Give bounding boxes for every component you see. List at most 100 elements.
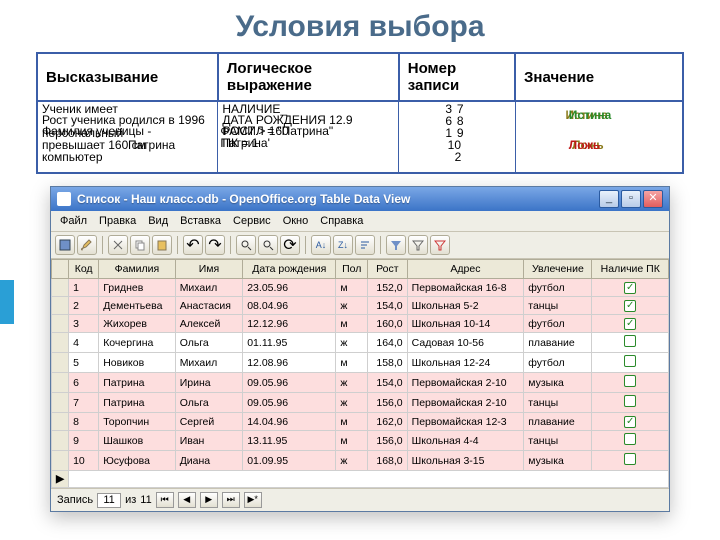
table-row[interactable]: 5НовиковМихаил12.08.96м158,0Школьная 12-… (52, 353, 669, 373)
cell-imya[interactable]: Иван (175, 431, 243, 451)
cell-kod[interactable]: 8 (69, 413, 99, 431)
cell-data[interactable]: 13.11.95 (243, 431, 336, 451)
col-uvlech[interactable]: Увлечение (524, 260, 592, 279)
maximize-button[interactable]: ▫ (621, 190, 641, 208)
cell-addr[interactable]: Первомайская 16-8 (407, 279, 524, 297)
table-row[interactable]: 1ГридневМихаил23.05.96м152,0Первомайская… (52, 279, 669, 297)
cell-pc[interactable] (592, 333, 669, 353)
cell-pc[interactable]: ✓ (592, 297, 669, 315)
cell-rost[interactable]: 162,0 (368, 413, 408, 431)
window-titlebar[interactable]: Список - Наш класс.odb - OpenOffice.org … (51, 187, 669, 211)
sort-asc-icon[interactable]: A↓ (311, 235, 331, 255)
nav-last-icon[interactable]: ⏭ (222, 492, 240, 508)
col-familia[interactable]: Фамилия (99, 260, 176, 279)
cell-kod[interactable]: 6 (69, 373, 99, 393)
checkbox-icon[interactable]: ✓ (624, 318, 636, 330)
cell-imya[interactable]: Ольга (175, 393, 243, 413)
checkbox-icon[interactable] (624, 395, 636, 407)
cell-rost[interactable]: 160,0 (368, 315, 408, 333)
col-addr[interactable]: Адрес (407, 260, 524, 279)
cell-pc[interactable] (592, 431, 669, 451)
cell-rost[interactable]: 156,0 (368, 431, 408, 451)
table-row[interactable]: 7ПатринаОльга09.05.96ж156,0Первомайская … (52, 393, 669, 413)
row-selector[interactable] (52, 353, 69, 373)
redo-icon[interactable]: ↷ (205, 235, 225, 255)
cell-imya[interactable]: Сергей (175, 413, 243, 431)
cell-imya[interactable]: Михаил (175, 279, 243, 297)
cell-addr[interactable]: Первомайская 12-3 (407, 413, 524, 431)
cell-kod[interactable]: 3 (69, 315, 99, 333)
menubar[interactable]: Файл Правка Вид Вставка Сервис Окно Спра… (51, 211, 669, 232)
paste-icon[interactable] (152, 235, 172, 255)
col-rost[interactable]: Рост (368, 260, 408, 279)
cell-familia[interactable]: Патрина (99, 393, 176, 413)
nav-new-icon[interactable]: ▶* (244, 492, 262, 508)
removefilter-icon[interactable] (430, 235, 450, 255)
row-selector[interactable] (52, 451, 69, 471)
cell-uvlech[interactable]: музыка (524, 373, 592, 393)
find-icon[interactable] (236, 235, 256, 255)
row-selector[interactable] (52, 315, 69, 333)
save-icon[interactable] (55, 235, 75, 255)
copy-icon[interactable] (130, 235, 150, 255)
col-pol[interactable]: Пол (336, 260, 368, 279)
cell-familia[interactable]: Торопчин (99, 413, 176, 431)
row-selector[interactable] (52, 431, 69, 451)
cell-imya[interactable]: Михаил (175, 353, 243, 373)
checkbox-icon[interactable] (624, 335, 636, 347)
record-number-input[interactable] (97, 493, 121, 508)
cell-pc[interactable] (592, 393, 669, 413)
cell-uvlech[interactable]: футбол (524, 279, 592, 297)
cell-familia[interactable]: Кочергина (99, 333, 176, 353)
checkbox-icon[interactable] (624, 433, 636, 445)
cell-data[interactable]: 23.05.96 (243, 279, 336, 297)
cell-uvlech[interactable]: плавание (524, 413, 592, 431)
cell-uvlech[interactable]: футбол (524, 353, 592, 373)
cell-pol[interactable]: ж (336, 393, 368, 413)
checkbox-icon[interactable] (624, 453, 636, 465)
cell-pc[interactable] (592, 373, 669, 393)
cell-pc[interactable] (592, 451, 669, 471)
cell-data[interactable]: 01.11.95 (243, 333, 336, 353)
row-selector[interactable] (52, 297, 69, 315)
cell-pol[interactable]: ж (336, 451, 368, 471)
cell-imya[interactable]: Анастасия (175, 297, 243, 315)
cell-uvlech[interactable]: танцы (524, 297, 592, 315)
table-row[interactable]: 9ШашковИван13.11.95м156,0Школьная 4-4тан… (52, 431, 669, 451)
standardfilter-icon[interactable] (408, 235, 428, 255)
edit-icon[interactable] (77, 235, 97, 255)
cell-pc[interactable] (592, 353, 669, 373)
cell-imya[interactable]: Ольга (175, 333, 243, 353)
cell-kod[interactable]: 9 (69, 431, 99, 451)
sort-desc-icon[interactable]: Z↓ (333, 235, 353, 255)
cell-rost[interactable]: 154,0 (368, 373, 408, 393)
cell-addr[interactable]: Школьная 12-24 (407, 353, 524, 373)
cell-familia[interactable]: Гриднев (99, 279, 176, 297)
row-selector[interactable] (52, 333, 69, 353)
cell-data[interactable]: 12.08.96 (243, 353, 336, 373)
cell-rost[interactable]: 164,0 (368, 333, 408, 353)
newrow-cells[interactable] (69, 471, 669, 488)
cell-rost[interactable]: 152,0 (368, 279, 408, 297)
cell-data[interactable]: 09.05.96 (243, 373, 336, 393)
cell-uvlech[interactable]: футбол (524, 315, 592, 333)
newrow-indicator-icon[interactable]: ▶ (52, 471, 69, 488)
autofilter-icon[interactable] (386, 235, 406, 255)
col-kod[interactable]: Код (69, 260, 99, 279)
row-selector[interactable] (52, 279, 69, 297)
cell-kod[interactable]: 5 (69, 353, 99, 373)
cell-imya[interactable]: Алексей (175, 315, 243, 333)
rowselector-header[interactable] (52, 260, 69, 279)
table-row[interactable]: 8ТоропчинСергей14.04.96м162,0Первомайска… (52, 413, 669, 431)
menu-window[interactable]: Окно (278, 213, 314, 229)
cell-data[interactable]: 14.04.96 (243, 413, 336, 431)
close-button[interactable]: ✕ (643, 190, 663, 208)
cell-pol[interactable]: ж (336, 373, 368, 393)
row-selector[interactable] (52, 393, 69, 413)
cell-pol[interactable]: ж (336, 297, 368, 315)
cell-pol[interactable]: ж (336, 333, 368, 353)
menu-tools[interactable]: Сервис (228, 213, 276, 229)
cell-addr[interactable]: Школьная 5-2 (407, 297, 524, 315)
cell-kod[interactable]: 10 (69, 451, 99, 471)
menu-view[interactable]: Вид (143, 213, 173, 229)
